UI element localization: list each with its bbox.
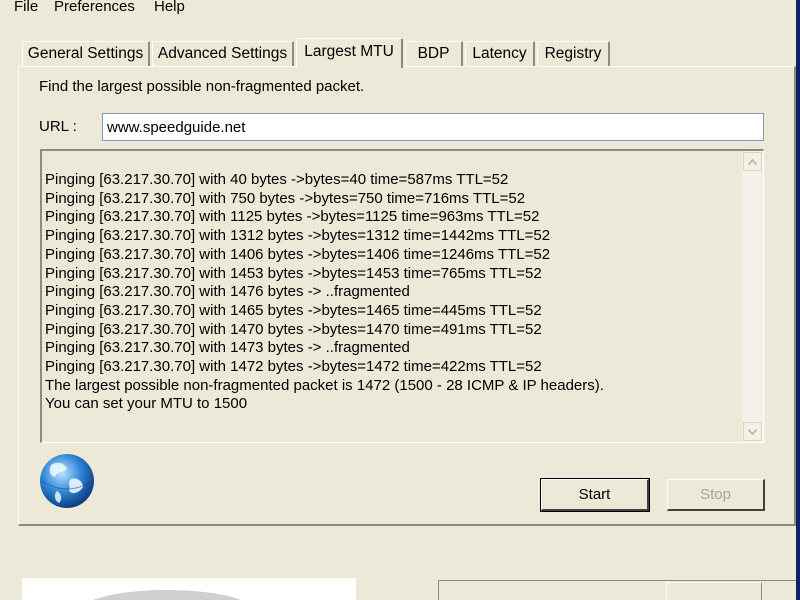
- output-line: You can set your MTU to 1500: [45, 395, 248, 413]
- output-line: Pinging [63.217.30.70] with 1125 bytes -…: [45, 208, 540, 226]
- tab-largest-mtu[interactable]: Largest MTU: [296, 38, 403, 68]
- logo-image: [22, 578, 356, 600]
- menu-bar: File Preferences Help: [0, 0, 800, 20]
- output-textarea[interactable]: Pinging [63.217.30.70] with 40 bytes ->b…: [40, 149, 764, 443]
- menu-preferences[interactable]: Preferences: [52, 0, 137, 15]
- output-line: Pinging [63.217.30.70] with 1453 bytes -…: [45, 264, 542, 282]
- output-line: The largest possible non-fragmented pack…: [45, 376, 604, 394]
- output-line: Pinging [63.217.30.70] with 1473 bytes -…: [45, 339, 410, 357]
- bottom-frame-inner: [666, 582, 762, 600]
- output-line: Pinging [63.217.30.70] with 750 bytes ->…: [45, 189, 526, 207]
- panel-description: Find the largest possible non-fragmented…: [39, 78, 365, 95]
- window-edge: [796, 0, 800, 600]
- stop-button[interactable]: Stop: [667, 479, 765, 511]
- tab-general-settings[interactable]: General Settings: [22, 41, 150, 66]
- tab-latency[interactable]: Latency: [465, 41, 535, 66]
- output-line: Pinging [63.217.30.70] with 1472 bytes -…: [45, 358, 542, 376]
- output-line: Pinging [63.217.30.70] with 1470 bytes -…: [45, 320, 542, 338]
- url-label: URL :: [39, 118, 77, 135]
- output-lines: Pinging [63.217.30.70] with 40 bytes ->b…: [45, 171, 741, 414]
- largest-mtu-panel: Find the largest possible non-fragmented…: [18, 66, 796, 526]
- chevron-down-icon[interactable]: [743, 422, 762, 441]
- menu-file[interactable]: File: [12, 0, 40, 15]
- vertical-scrollbar[interactable]: [742, 151, 763, 442]
- start-button[interactable]: Start: [540, 478, 650, 512]
- menu-help[interactable]: Help: [152, 0, 187, 15]
- globe-icon: [37, 451, 97, 515]
- tab-bdp[interactable]: BDP: [405, 41, 463, 66]
- tab-registry[interactable]: Registry: [537, 41, 610, 66]
- output-line: Pinging [63.217.30.70] with 1465 bytes -…: [45, 301, 542, 319]
- tab-advanced-settings[interactable]: Advanced Settings: [152, 41, 294, 66]
- output-line: Pinging [63.217.30.70] with 40 bytes ->b…: [45, 171, 509, 188]
- output-line: Pinging [63.217.30.70] with 1406 bytes -…: [45, 245, 551, 263]
- tab-strip: General Settings Advanced Settings Large…: [18, 38, 798, 68]
- url-input[interactable]: [102, 113, 764, 141]
- output-line: Pinging [63.217.30.70] with 1312 bytes -…: [45, 227, 551, 245]
- logo-shape: [82, 590, 252, 600]
- chevron-up-icon[interactable]: [743, 152, 762, 171]
- output-line: Pinging [63.217.30.70] with 1476 bytes -…: [45, 283, 410, 301]
